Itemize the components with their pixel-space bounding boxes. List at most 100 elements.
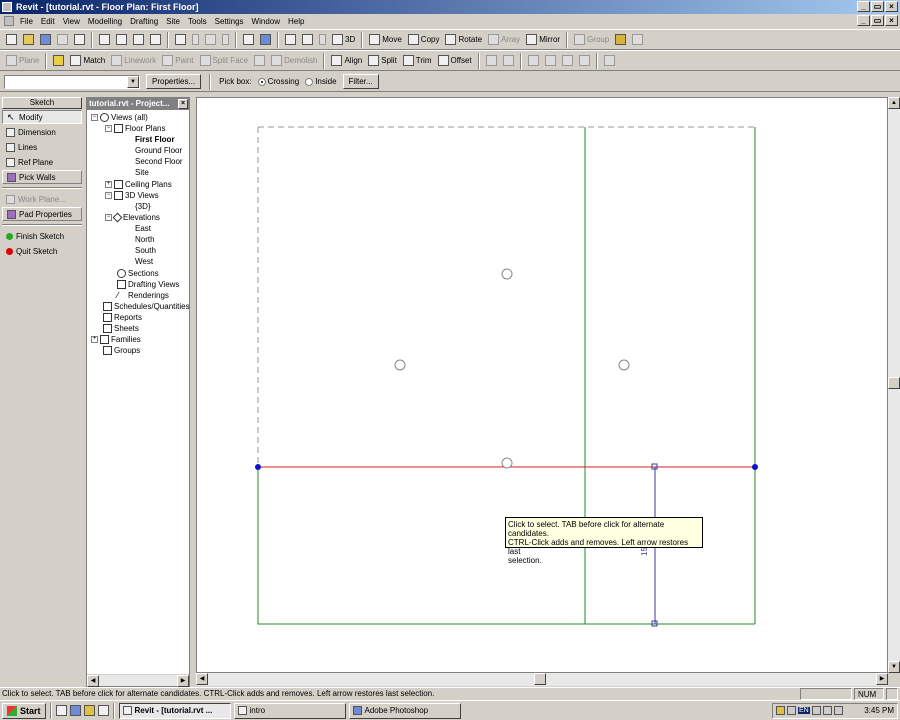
undo-list-button[interactable] <box>190 32 201 48</box>
zoom-button[interactable] <box>300 32 315 48</box>
layout-tool-button-2[interactable] <box>543 53 558 69</box>
start-button[interactable]: Start <box>2 702 46 719</box>
menu-modelling[interactable]: Modelling <box>84 17 126 26</box>
delete-button[interactable] <box>148 32 163 48</box>
group-button[interactable]: Group <box>572 32 611 48</box>
tray-network-icon[interactable] <box>787 706 796 715</box>
menu-help[interactable]: Help <box>284 17 308 26</box>
three-d-view-button[interactable]: 3D <box>330 32 357 48</box>
dimension-tool[interactable]: Dimension <box>2 125 82 139</box>
zoom-menu-button[interactable] <box>317 32 328 48</box>
scroll-up-icon[interactable]: ▲ <box>888 97 900 109</box>
copy-element-button[interactable]: Copy <box>406 32 442 48</box>
modify-tool[interactable]: ↖ Modify <box>2 110 82 124</box>
scroll-right-icon[interactable]: ▶ <box>876 673 888 685</box>
sketch-endpoint-handle[interactable] <box>255 464 261 470</box>
split-button[interactable]: Split <box>366 53 399 69</box>
tree-item-east[interactable]: East <box>135 223 151 234</box>
tree-item-south[interactable]: South <box>135 245 156 256</box>
menu-view[interactable]: View <box>59 17 84 26</box>
copy-clipboard-button[interactable] <box>114 32 129 48</box>
canvas-vertical-scrollbar[interactable]: ▲ ▼ <box>888 97 900 673</box>
tree-item-site[interactable]: Site <box>135 167 149 178</box>
quicklaunch-icon[interactable] <box>97 705 109 716</box>
close-button[interactable]: × <box>885 1 898 12</box>
scroll-left-icon[interactable]: ◀ <box>87 675 99 687</box>
menu-edit[interactable]: Edit <box>37 17 59 26</box>
open-button[interactable] <box>21 32 36 48</box>
canvas-horizontal-scrollbar[interactable]: ◀ ▶ <box>196 673 888 686</box>
outlook-icon[interactable] <box>83 705 95 716</box>
scroll-left-icon[interactable]: ◀ <box>196 673 208 685</box>
match-button[interactable]: Match <box>68 53 107 69</box>
doc-restore-button[interactable]: ▭ <box>871 15 884 26</box>
pad-properties-tool[interactable]: Pad Properties <box>2 207 82 221</box>
layout-tool-button-1[interactable] <box>526 53 541 69</box>
scroll-down-icon[interactable]: ▼ <box>888 661 900 673</box>
tree-item-3d-views[interactable]: − 3D Views <box>105 190 159 201</box>
minimize-button[interactable]: _ <box>857 1 870 12</box>
save-all-button[interactable] <box>55 32 70 48</box>
snap-tool-button-1[interactable] <box>484 53 499 69</box>
chevron-down-icon[interactable]: ▼ <box>127 75 139 88</box>
horizontal-scroll-thumb[interactable] <box>534 673 546 685</box>
desktop-quicklaunch-icon[interactable] <box>55 705 67 716</box>
menu-window[interactable]: Window <box>248 17 284 26</box>
task-intro[interactable]: intro <box>233 702 346 719</box>
sketch-header[interactable]: Sketch <box>2 97 82 109</box>
tree-item-second-floor[interactable]: Second Floor <box>135 156 183 167</box>
doc-close-button[interactable]: × <box>885 15 898 26</box>
mirror-button[interactable]: Mirror <box>524 32 562 48</box>
collapse-icon[interactable]: − <box>105 125 112 132</box>
tree-item-floor-plans[interactable]: − Floor Plans <box>105 123 165 134</box>
ungroup-button[interactable] <box>630 32 645 48</box>
expand-icon[interactable]: + <box>91 336 98 343</box>
floor-plan-drawing[interactable]: 15 <box>197 98 888 673</box>
tree-item-reports[interactable]: Reports <box>103 312 142 323</box>
linework-button[interactable]: Linework <box>109 53 158 69</box>
offset-button[interactable]: Offset <box>436 53 474 69</box>
tree-item-groups[interactable]: Groups <box>103 345 140 356</box>
expand-icon[interactable]: + <box>105 181 112 188</box>
menu-site[interactable]: Site <box>162 17 184 26</box>
type-selector-dropdown[interactable]: ▼ <box>4 74 140 89</box>
layout-tool-button-3[interactable] <box>560 53 575 69</box>
thin-lines-button[interactable] <box>241 32 256 48</box>
menu-settings[interactable]: Settings <box>211 17 248 26</box>
tray-app-icon[interactable] <box>811 706 821 715</box>
tree-item-first-floor[interactable]: First Floor <box>135 134 175 145</box>
tree-item-families[interactable]: + Families <box>91 334 141 345</box>
elevation-marker[interactable] <box>618 359 630 371</box>
sketch-endpoint-handle[interactable] <box>752 464 758 470</box>
tray-monitor-icon[interactable] <box>833 706 843 715</box>
demolish-button[interactable]: Demolish <box>269 53 319 69</box>
app-icon[interactable] <box>2 2 12 12</box>
menu-tools[interactable]: Tools <box>184 17 211 26</box>
tree-item-ground-floor[interactable]: Ground Floor <box>135 145 182 156</box>
elevation-marker[interactable] <box>501 268 513 280</box>
task-revit[interactable]: Revit - [tutorial.rvt ... <box>118 702 231 719</box>
select-button[interactable] <box>51 53 66 69</box>
print-button[interactable] <box>72 32 87 48</box>
undo-button[interactable] <box>173 32 188 48</box>
lines-tool[interactable]: Lines <box>2 140 82 154</box>
tree-item-views[interactable]: − Views (all) <box>91 112 148 123</box>
tree-item-renderings[interactable]: ∕ Renderings <box>117 290 169 301</box>
pin-button[interactable] <box>602 53 617 69</box>
filter-button[interactable]: Filter... <box>342 74 379 89</box>
scroll-right-icon[interactable]: ▶ <box>177 675 189 687</box>
snap-tool-button-2[interactable] <box>501 53 516 69</box>
new-button[interactable] <box>4 32 19 48</box>
tray-volume-icon[interactable] <box>822 706 832 715</box>
language-indicator[interactable]: EN <box>798 707 810 714</box>
cut-geometry-button[interactable] <box>252 53 267 69</box>
align-button[interactable]: Align <box>329 53 364 69</box>
pick-walls-tool[interactable]: Pick Walls <box>2 170 82 184</box>
elevation-marker[interactable] <box>394 359 406 371</box>
maximize-button[interactable]: ▭ <box>871 1 884 12</box>
split-face-button[interactable]: Split Face <box>198 53 251 69</box>
menu-file[interactable]: File <box>16 17 37 26</box>
save-button[interactable] <box>38 32 53 48</box>
browser-horizontal-scrollbar[interactable]: ◀ ▶ <box>87 674 189 687</box>
tree-item-sections[interactable]: Sections <box>117 268 159 279</box>
